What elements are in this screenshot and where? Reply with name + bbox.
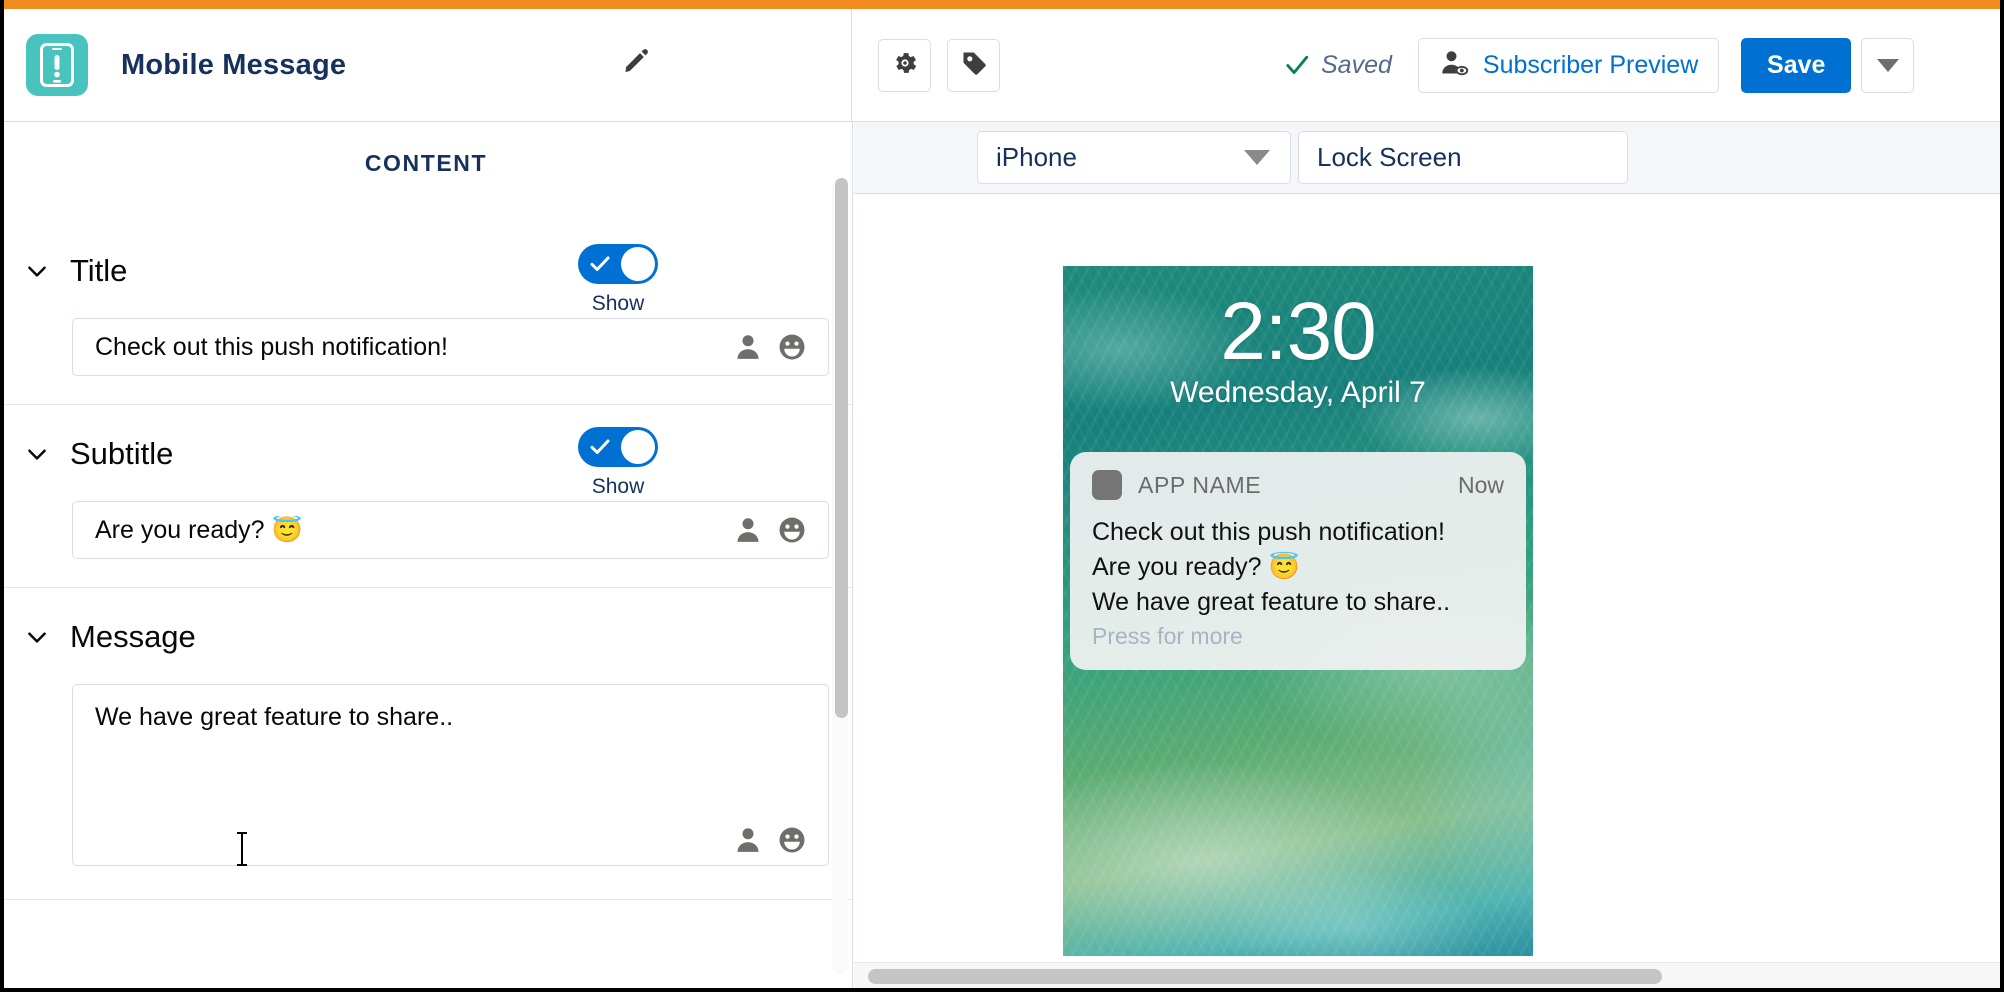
chevron-down-icon[interactable] [24, 441, 50, 467]
mobile-message-icon [26, 34, 88, 96]
mobile-message-editor: Mobile Message Saved Subscriber Preview … [0, 0, 2004, 992]
title-input[interactable] [72, 318, 829, 376]
user-preview-icon [1439, 48, 1469, 83]
section-subtitle: Subtitle Show [0, 405, 852, 588]
section-subtitle-header[interactable]: Subtitle [0, 427, 852, 481]
header-left-region: Mobile Message [0, 9, 852, 121]
preview-panel: iPhone Lock Screen 2:30 Wednesday, April… [854, 122, 2004, 988]
section-subtitle-label: Subtitle [70, 436, 174, 471]
title-field-icons [733, 332, 807, 362]
header-toolbar: Saved Subscriber Preview Save [853, 9, 2004, 121]
chevron-down-icon[interactable] [24, 624, 50, 650]
subscriber-preview-button[interactable]: Subscriber Preview [1417, 37, 1720, 93]
preview-stage: 2:30 Wednesday, April 7 APP NAME Now Che… [854, 194, 2004, 988]
check-icon [1284, 52, 1310, 78]
check-icon [590, 255, 610, 273]
preview-toolbar: iPhone Lock Screen [854, 122, 2004, 194]
check-icon [590, 438, 610, 456]
chevron-down-icon[interactable] [24, 258, 50, 284]
person-icon[interactable] [733, 825, 763, 855]
title-field-wrap [72, 318, 829, 376]
notification-header: APP NAME Now [1092, 468, 1504, 502]
edit-name-button[interactable] [619, 45, 653, 79]
person-icon[interactable] [733, 332, 763, 362]
subtitle-field-icons [733, 515, 807, 545]
notification-message-line: We have great feature to share.. [1092, 588, 1451, 616]
save-button[interactable]: Save [1741, 37, 1852, 93]
subtitle-show-toggle-wrap: Show [558, 427, 678, 499]
preview-scrollbar-track[interactable] [854, 962, 2004, 988]
content-scrollbar-track[interactable] [832, 178, 848, 974]
caret-down-icon [1244, 150, 1270, 165]
emoji-smiley-icon[interactable] [777, 515, 807, 545]
section-message-label: Message [70, 619, 196, 654]
content-scrollbar-thumb[interactable] [835, 178, 848, 718]
content-sections: Title Show Check out this push notificat… [0, 222, 852, 988]
content-heading: CONTENT [364, 150, 488, 176]
tag-icon [960, 49, 988, 82]
subtitle-show-toggle[interactable] [578, 427, 658, 467]
notification-time: Now [1457, 471, 1504, 498]
screen-select-value: Lock Screen [1317, 142, 1462, 172]
title-show-toggle[interactable] [578, 244, 658, 284]
subtitle-field-wrap [72, 501, 829, 559]
save-options-button[interactable] [1861, 37, 1915, 93]
device-select-value: iPhone [996, 142, 1077, 172]
pencil-icon [622, 47, 650, 78]
screen-select[interactable]: Lock Screen [1298, 131, 1628, 184]
page-title: Mobile Message [121, 48, 347, 81]
notification-subtitle-line: Are you ready? 😇 [1092, 553, 1300, 581]
lock-screen-time: 2:30 [1220, 286, 1377, 377]
lock-screen-date: Wednesday, April 7 [1170, 375, 1426, 409]
notification-title-line: Check out this push notification! [1092, 518, 1445, 546]
notification-card[interactable]: APP NAME Now Check out this push notific… [1070, 452, 1526, 670]
title-show-label: Show [591, 292, 645, 315]
saved-label: Saved [1321, 50, 1392, 79]
emoji-smiley-icon[interactable] [777, 825, 807, 855]
notification-press-for-more: Press for more [1092, 623, 1243, 649]
toggle-knob [621, 430, 655, 464]
section-message-header[interactable]: Message [0, 610, 852, 664]
emoji-smiley-icon[interactable] [777, 332, 807, 362]
lock-screen-clock: 2:30 Wednesday, April 7 [1063, 290, 1533, 410]
section-title: Title Show [0, 222, 852, 405]
notification-body: Check out this push notification! Are yo… [1092, 518, 1504, 650]
phone-lock-screen-preview: 2:30 Wednesday, April 7 APP NAME Now Che… [1063, 266, 1533, 956]
device-select[interactable]: iPhone [977, 131, 1291, 184]
preview-scrollbar-thumb[interactable] [868, 969, 1662, 984]
gear-icon [891, 49, 919, 82]
subscriber-preview-label: Subscriber Preview [1482, 50, 1699, 79]
section-title-header[interactable]: Title [0, 244, 852, 298]
subtitle-input[interactable] [72, 501, 829, 559]
section-message: Message We have great feature to share.. [0, 588, 852, 900]
app-placeholder-icon [1092, 470, 1122, 500]
settings-button[interactable] [878, 38, 931, 92]
message-textarea[interactable]: We have great feature to share.. [72, 684, 829, 866]
toggle-knob [621, 247, 655, 281]
subtitle-show-label: Show [591, 475, 645, 498]
content-panel: CONTENT Title Show Check out this push n… [0, 122, 853, 988]
message-field-icons [733, 825, 807, 855]
title-show-toggle-wrap: Show [558, 244, 678, 316]
tag-button[interactable] [947, 38, 1000, 92]
app-header: Mobile Message Saved Subscriber Preview … [0, 9, 2004, 122]
person-icon[interactable] [733, 515, 763, 545]
section-title-label: Title [70, 253, 128, 288]
top-accent-bar [0, 0, 2004, 9]
saved-status: Saved [1284, 51, 1392, 80]
caret-down-icon [1876, 58, 1899, 72]
notification-app-name: APP NAME [1138, 471, 1262, 498]
message-field-wrap: We have great feature to share.. [72, 684, 829, 871]
